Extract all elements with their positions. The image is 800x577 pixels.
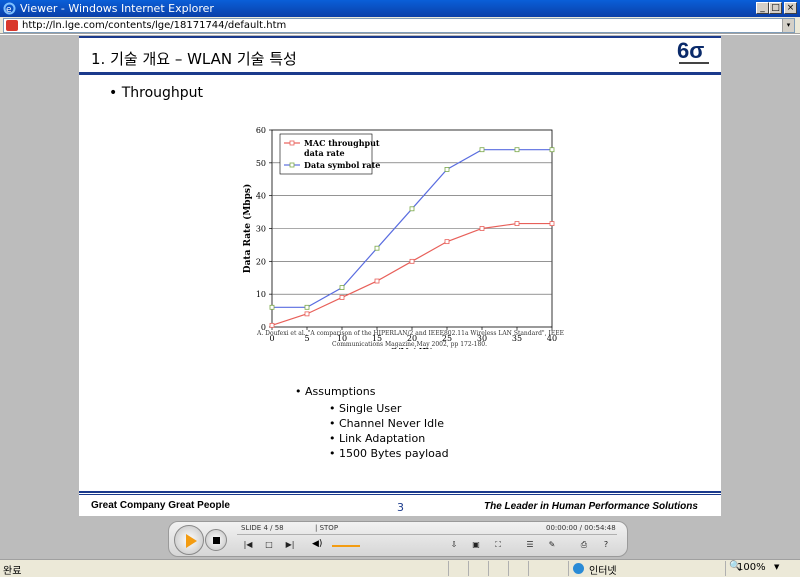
status-text: 완료 — [3, 566, 22, 577]
close-button[interactable]: × — [784, 2, 797, 14]
address-input[interactable]: http://ln.lge.com/contents/lge/18171744/… — [3, 18, 795, 33]
help-icon[interactable]: ? — [599, 539, 613, 551]
security-zone: 인터넷 — [589, 566, 617, 577]
data-point — [514, 147, 520, 153]
footer-divider — [79, 491, 721, 493]
zoom-level[interactable]: 100% — [737, 562, 766, 573]
logo-text: 6σ — [677, 38, 705, 63]
data-point — [409, 206, 415, 212]
list-icon[interactable]: ☰ — [523, 539, 537, 551]
assumption-item: • Channel Never Idle — [329, 417, 444, 430]
stop-icon — [213, 537, 220, 544]
minimize-button[interactable]: _ — [756, 2, 769, 14]
notes-icon[interactable]: ✎ — [545, 539, 559, 551]
slide-title: 1. 기술 개요 – WLAN 기술 특성 — [91, 50, 297, 68]
status-divider — [568, 561, 569, 576]
data-point — [339, 295, 345, 300]
maximize-button[interactable]: □ — [769, 2, 782, 14]
window-title-bar: e Viewer - Windows Internet Explorer _ □… — [0, 0, 800, 17]
data-point — [304, 311, 310, 317]
page-icon — [6, 20, 18, 31]
throughput-chart: 01020304050600510152025303540C/N (dB)Dat… — [242, 126, 557, 349]
footer-slogan: Great Company Great People — [91, 500, 230, 511]
data-point — [269, 304, 275, 310]
volume-slider[interactable] — [332, 545, 360, 547]
y-tick-label: 60 — [256, 126, 266, 135]
y-tick-label: 30 — [256, 225, 266, 234]
y-tick-label: 20 — [256, 257, 266, 266]
play-icon — [186, 534, 197, 548]
data-point — [304, 304, 310, 310]
data-point — [269, 322, 275, 328]
y-tick-label: 40 — [256, 192, 266, 201]
legend-marker — [289, 140, 295, 146]
internet-explorer-icon: e — [3, 2, 16, 15]
window-title: Viewer - Windows Internet Explorer — [20, 2, 214, 15]
player-state: | STOP — [315, 524, 339, 532]
legend-label: Data symbol rate — [304, 160, 380, 170]
assumption-item: • Link Adaptation — [329, 432, 426, 445]
status-divider — [725, 561, 726, 576]
assumption-item: • Single User — [329, 402, 402, 415]
volume-icon[interactable]: ◀) — [312, 539, 322, 549]
stop-button[interactable] — [205, 529, 227, 551]
presentation-slide: 1. 기술 개요 – WLAN 기술 특성 6σ • Throughput 01… — [79, 36, 721, 516]
y-tick-label: 50 — [256, 159, 266, 168]
data-point — [514, 221, 520, 226]
previous-slide-icon[interactable]: |◀ — [241, 539, 255, 551]
six-sigma-logo: 6σ — [677, 39, 711, 67]
legend-marker — [289, 162, 295, 168]
chart-citation-line1: A. Doufexi et al.,"A comparison of the H… — [257, 330, 565, 337]
data-point — [444, 167, 450, 172]
svg-text:e: e — [6, 5, 12, 15]
data-point — [479, 147, 485, 153]
data-point — [444, 239, 450, 245]
screen-icon[interactable]: ▣ — [469, 539, 483, 551]
status-divider — [448, 561, 449, 576]
assumption-item: • 1500 Bytes payload — [329, 447, 449, 460]
data-point — [374, 278, 380, 284]
address-url: http://ln.lge.com/contents/lge/18171744/… — [22, 20, 287, 31]
player-time: 00:00:00 / 00:54:48 — [546, 524, 616, 532]
status-bar: 완료 인터넷 🔍 100% ▼ — [0, 559, 800, 577]
address-bar: http://ln.lge.com/contents/lge/18171744/… — [0, 17, 800, 34]
status-divider — [528, 561, 529, 576]
slide-list-icon[interactable]: □ — [262, 539, 276, 551]
address-dropdown-button[interactable]: ▾ — [782, 19, 794, 32]
footer-tagline: The Leader in Human Performance Solution… — [484, 501, 698, 512]
y-axis-label: Data Rate (Mbps) — [242, 184, 253, 273]
fullscreen-icon[interactable]: ⛶ — [491, 539, 505, 551]
data-point — [409, 258, 415, 264]
assumptions-heading: • Assumptions — [295, 385, 376, 398]
status-divider — [488, 561, 489, 576]
media-player-bar: SLIDE 4 / 58 | STOP 00:00:00 / 00:54:48 … — [168, 521, 628, 557]
footer-divider-thin — [79, 494, 721, 495]
legend-label: data rate — [304, 148, 345, 158]
data-point — [374, 245, 380, 251]
data-point — [479, 226, 485, 231]
legend-label: MAC throughput — [304, 138, 380, 148]
y-tick-label: 10 — [256, 290, 266, 299]
zoom-dropdown-icon[interactable]: ▼ — [774, 563, 779, 571]
data-point — [549, 147, 555, 153]
slide-page-number: 3 — [397, 501, 404, 514]
logo-underline — [679, 62, 709, 64]
print-icon[interactable]: ⎙ — [577, 539, 591, 551]
title-divider — [79, 72, 721, 75]
play-button[interactable] — [174, 525, 204, 555]
chart-citation-line2: Communications Magazine,May 2002, pp 172… — [332, 341, 488, 348]
data-point — [339, 285, 345, 291]
internet-zone-icon — [573, 563, 584, 574]
next-slide-icon[interactable]: ▶| — [283, 539, 297, 551]
bullet-throughput: • Throughput — [109, 85, 204, 101]
slide-counter: SLIDE 4 / 58 — [241, 524, 284, 532]
status-divider — [508, 561, 509, 576]
slide-top-line — [79, 36, 721, 38]
navigation-icon[interactable]: ⇩ — [447, 539, 461, 551]
data-point — [549, 221, 555, 226]
status-divider — [468, 561, 469, 576]
